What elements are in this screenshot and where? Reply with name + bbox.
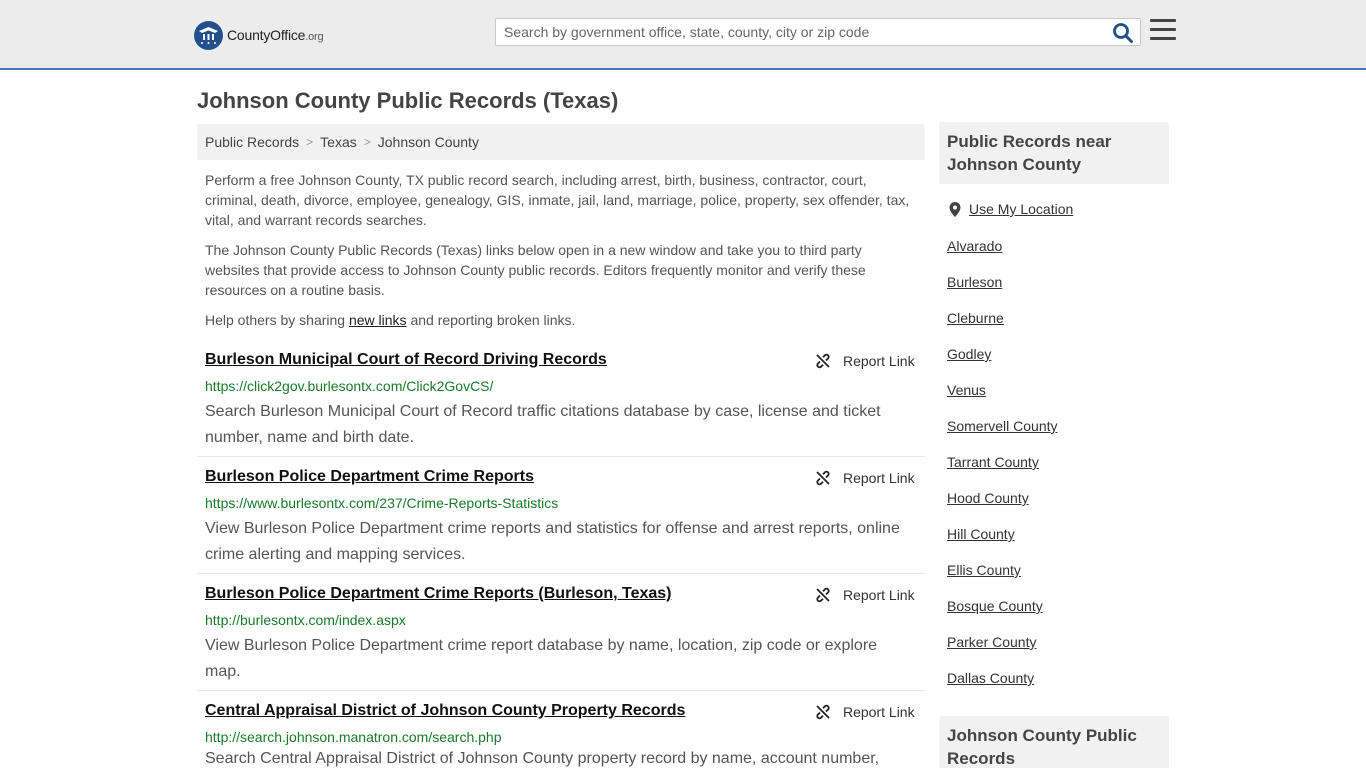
broken-link-icon: [816, 470, 830, 486]
search-input[interactable]: [496, 19, 1106, 45]
disclaimer-paragraph: The Johnson County Public Records (Texas…: [205, 242, 866, 298]
result-description: View Burleson Police Department crime re…: [205, 520, 900, 563]
intro-paragraph: Perform a free Johnson County, TX public…: [205, 172, 910, 228]
logo-wordmark: CountyOffice.org: [227, 27, 324, 43]
sidebar-link-alvarado[interactable]: Alvarado: [947, 238, 1002, 254]
search-button[interactable]: [1112, 22, 1134, 44]
result-description: Search Burleson Municipal Court of Recor…: [205, 403, 881, 446]
search-icon: [1113, 23, 1133, 43]
result-title-link[interactable]: Burleson Municipal Court of Record Drivi…: [205, 351, 607, 369]
breadcrumb-public-records[interactable]: Public Records: [205, 134, 299, 150]
share-paragraph: Help others by sharing new links and rep…: [205, 312, 576, 328]
broken-link-icon: [816, 704, 830, 720]
broken-link-icon: [816, 587, 830, 603]
breadcrumb-separator-icon: >: [306, 135, 314, 149]
sidebar-link-dallas-county[interactable]: Dallas County: [947, 670, 1034, 686]
site-header: CountyOffice.org: [0, 0, 1366, 70]
sidebar-link-burleson[interactable]: Burleson: [947, 274, 1002, 290]
result-title-link[interactable]: Burleson Police Department Crime Reports…: [205, 585, 671, 603]
map-pin-icon: [949, 201, 961, 217]
broken-link-icon: [816, 353, 830, 369]
breadcrumb-separator-icon: >: [363, 135, 371, 149]
result-item: Burleson Police Department Crime Reports…: [197, 585, 925, 691]
result-item: Burleson Municipal Court of Record Drivi…: [197, 351, 925, 457]
sidebar-link-ellis-county[interactable]: Ellis County: [947, 562, 1021, 578]
page-title: Johnson County Public Records (Texas): [197, 88, 619, 113]
result-title-link[interactable]: Burleson Police Department Crime Reports: [205, 468, 534, 486]
sidebar-link-parker-county[interactable]: Parker County: [947, 634, 1036, 650]
result-item: Burleson Police Department Crime Reports…: [197, 468, 925, 574]
sidebar-link-somervell-county[interactable]: Somervell County: [947, 418, 1058, 434]
sidebar-link-venus[interactable]: Venus: [947, 382, 986, 398]
result-url: https://click2gov.burlesontx.com/Click2G…: [205, 378, 494, 394]
report-link-button[interactable]: Report Link: [815, 704, 915, 720]
sidebar-link-cleburne[interactable]: Cleburne: [947, 310, 1004, 326]
report-link-button[interactable]: Report Link: [815, 470, 915, 486]
sidebar-link-bosque-county[interactable]: Bosque County: [947, 598, 1043, 614]
sidebar-link-hood-county[interactable]: Hood County: [947, 490, 1029, 506]
breadcrumb-johnson-county[interactable]: Johnson County: [378, 134, 479, 150]
report-link-button[interactable]: Report Link: [815, 587, 915, 603]
sidebar-link-hill-county[interactable]: Hill County: [947, 526, 1015, 542]
sidebar-county-records-heading: Johnson County Public Records: [939, 716, 1169, 768]
result-url: https://www.burlesontx.com/237/Crime-Rep…: [205, 495, 559, 511]
logo-seal-icon: [194, 20, 223, 50]
result-item: Central Appraisal District of Johnson Co…: [197, 702, 925, 768]
sidebar-near-heading: Public Records near Johnson County: [939, 122, 1169, 184]
sidebar-link-godley[interactable]: Godley: [947, 346, 991, 362]
use-my-location-link[interactable]: Use My Location: [949, 201, 1073, 217]
result-url: http://search.johnson.manatron.com/searc…: [205, 729, 502, 745]
result-url: http://burlesontx.com/index.aspx: [205, 612, 406, 628]
result-title-link[interactable]: Central Appraisal District of Johnson Co…: [205, 702, 685, 720]
new-links-link[interactable]: new links: [349, 312, 407, 328]
hamburger-menu-icon[interactable]: [1150, 19, 1176, 43]
report-link-button[interactable]: Report Link: [815, 353, 915, 369]
breadcrumb: Public Records > Texas > Johnson County: [197, 124, 925, 160]
sidebar-link-tarrant-county[interactable]: Tarrant County: [947, 454, 1039, 470]
breadcrumb-texas[interactable]: Texas: [320, 134, 357, 150]
result-description: View Burleson Police Department crime re…: [205, 637, 878, 680]
result-description: Search Central Appraisal District of Joh…: [205, 750, 880, 767]
site-logo[interactable]: CountyOffice.org: [194, 20, 324, 50]
search-bar: [495, 18, 1141, 46]
